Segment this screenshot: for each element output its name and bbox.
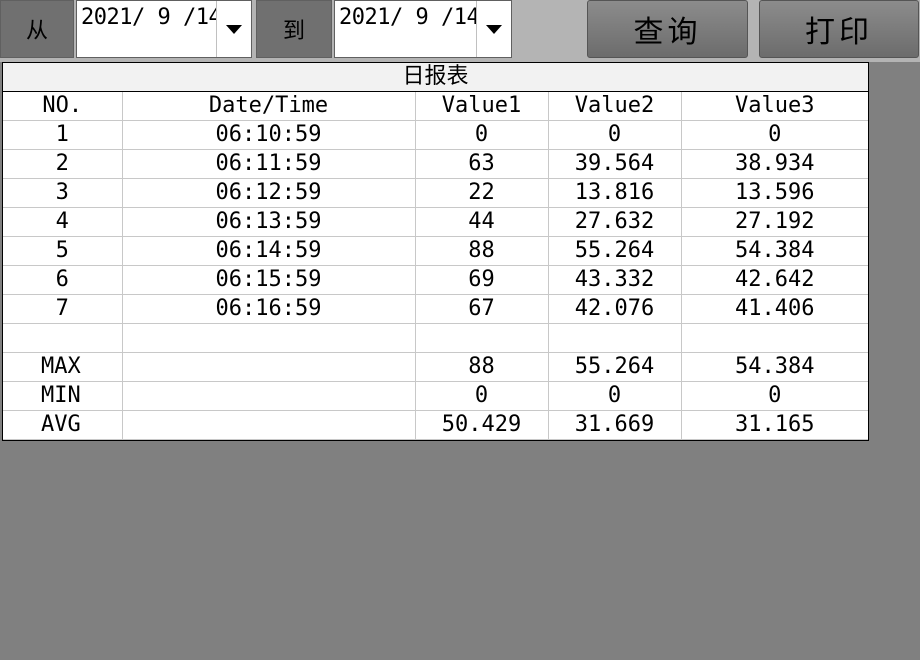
from-label: 从 xyxy=(0,0,74,58)
table-cell: 13.596 xyxy=(680,178,868,208)
table-cell: 50.429 xyxy=(414,410,549,440)
table-cell: 7 xyxy=(3,294,123,324)
stat-label: AVG xyxy=(3,410,123,440)
daily-report-table: 日报表 NO. Date/Time Value1 Value2 Value3 1 06:1… xyxy=(2,62,869,441)
to-date-picker[interactable]: 2021/ 9 /14 xyxy=(334,0,512,58)
table-cell xyxy=(121,410,416,440)
table-cell xyxy=(3,323,123,353)
stats-row: MIN 0 0 0 xyxy=(3,381,868,411)
column-header: Value2 xyxy=(547,92,682,121)
from-date-dropdown-button[interactable] xyxy=(216,1,251,57)
table-cell xyxy=(414,323,549,353)
table-cell: 3 xyxy=(3,178,123,208)
table-row: 5 06:14:59 88 55.264 54.384 xyxy=(3,236,868,266)
table-cell: 44 xyxy=(414,207,549,237)
table-cell: 39.564 xyxy=(547,149,682,179)
table-cell: 67 xyxy=(414,294,549,324)
table-cell: 31.165 xyxy=(680,410,868,440)
table-cell: 0 xyxy=(547,120,682,150)
table-cell: 0 xyxy=(414,381,549,411)
table-cell xyxy=(121,381,416,411)
table-cell: 1 xyxy=(3,120,123,150)
table-cell: 55.264 xyxy=(547,236,682,266)
table-row: 1 06:10:59 0 0 0 xyxy=(3,120,868,150)
column-header: Value3 xyxy=(680,92,868,121)
to-date-dropdown-button[interactable] xyxy=(476,1,511,57)
report-title: 日报表 xyxy=(3,63,868,92)
table-cell: 27.192 xyxy=(680,207,868,237)
table-cell xyxy=(121,323,416,353)
table-cell: 06:10:59 xyxy=(121,120,416,150)
table-cell xyxy=(680,323,868,353)
column-header: Date/Time xyxy=(121,92,416,121)
stats-row: AVG 50.429 31.669 31.165 xyxy=(3,410,868,440)
table-row: 3 06:12:59 22 13.816 13.596 xyxy=(3,178,868,208)
table-cell: 06:16:59 xyxy=(121,294,416,324)
table-cell: 5 xyxy=(3,236,123,266)
query-button[interactable]: 查询 xyxy=(587,0,748,58)
table-row: 2 06:11:59 63 39.564 38.934 xyxy=(3,149,868,179)
stat-label: MAX xyxy=(3,352,123,382)
table-row: 4 06:13:59 44 27.632 27.192 xyxy=(3,207,868,237)
table-cell: 0 xyxy=(547,381,682,411)
table-cell: 06:11:59 xyxy=(121,149,416,179)
table-cell: 31.669 xyxy=(547,410,682,440)
table-cell: 06:12:59 xyxy=(121,178,416,208)
report-grid: NO. Date/Time Value1 Value2 Value3 1 06:10:59… xyxy=(3,92,868,440)
table-cell: 88 xyxy=(414,236,549,266)
from-date-picker[interactable]: 2021/ 9 /14 xyxy=(76,0,252,58)
column-header: NO. xyxy=(3,92,123,121)
table-cell: 38.934 xyxy=(680,149,868,179)
table-row: 6 06:15:59 69 43.332 42.642 xyxy=(3,265,868,295)
table-row xyxy=(3,323,868,353)
table-cell: 43.332 xyxy=(547,265,682,295)
table-cell: 63 xyxy=(414,149,549,179)
table-row: 7 06:16:59 67 42.076 41.406 xyxy=(3,294,868,324)
to-label: 到 xyxy=(256,0,332,58)
report-body: 1 06:10:59 0 0 0 2 06:11:59 63 39.564 38.934 3 06:1… xyxy=(3,120,868,440)
column-header: Value1 xyxy=(414,92,549,121)
table-cell xyxy=(121,352,416,382)
table-cell: 06:13:59 xyxy=(121,207,416,237)
table-cell xyxy=(547,323,682,353)
stat-label: MIN xyxy=(3,381,123,411)
table-cell: 55.264 xyxy=(547,352,682,382)
table-cell: 2 xyxy=(3,149,123,179)
table-cell: 13.816 xyxy=(547,178,682,208)
table-cell: 54.384 xyxy=(680,236,868,266)
table-cell: 22 xyxy=(414,178,549,208)
table-cell: 6 xyxy=(3,265,123,295)
table-cell: 27.632 xyxy=(547,207,682,237)
table-cell: 06:14:59 xyxy=(121,236,416,266)
table-cell: 0 xyxy=(414,120,549,150)
stats-row: MAX 88 55.264 54.384 xyxy=(3,352,868,382)
chevron-down-icon xyxy=(226,24,242,34)
table-cell: 0 xyxy=(680,120,868,150)
header-row: NO. Date/Time Value1 Value2 Value3 xyxy=(3,92,868,121)
table-cell: 41.406 xyxy=(680,294,868,324)
to-date-value: 2021/ 9 /14 xyxy=(339,5,480,30)
table-cell: 06:15:59 xyxy=(121,265,416,295)
table-cell: 42.642 xyxy=(680,265,868,295)
table-cell: 88 xyxy=(414,352,549,382)
table-cell: 4 xyxy=(3,207,123,237)
table-cell: 69 xyxy=(414,265,549,295)
chevron-down-icon xyxy=(486,24,502,34)
table-cell: 0 xyxy=(680,381,868,411)
print-button[interactable]: 打印 xyxy=(759,0,919,58)
table-cell: 42.076 xyxy=(547,294,682,324)
from-date-value: 2021/ 9 /14 xyxy=(81,5,222,30)
table-cell: 54.384 xyxy=(680,352,868,382)
